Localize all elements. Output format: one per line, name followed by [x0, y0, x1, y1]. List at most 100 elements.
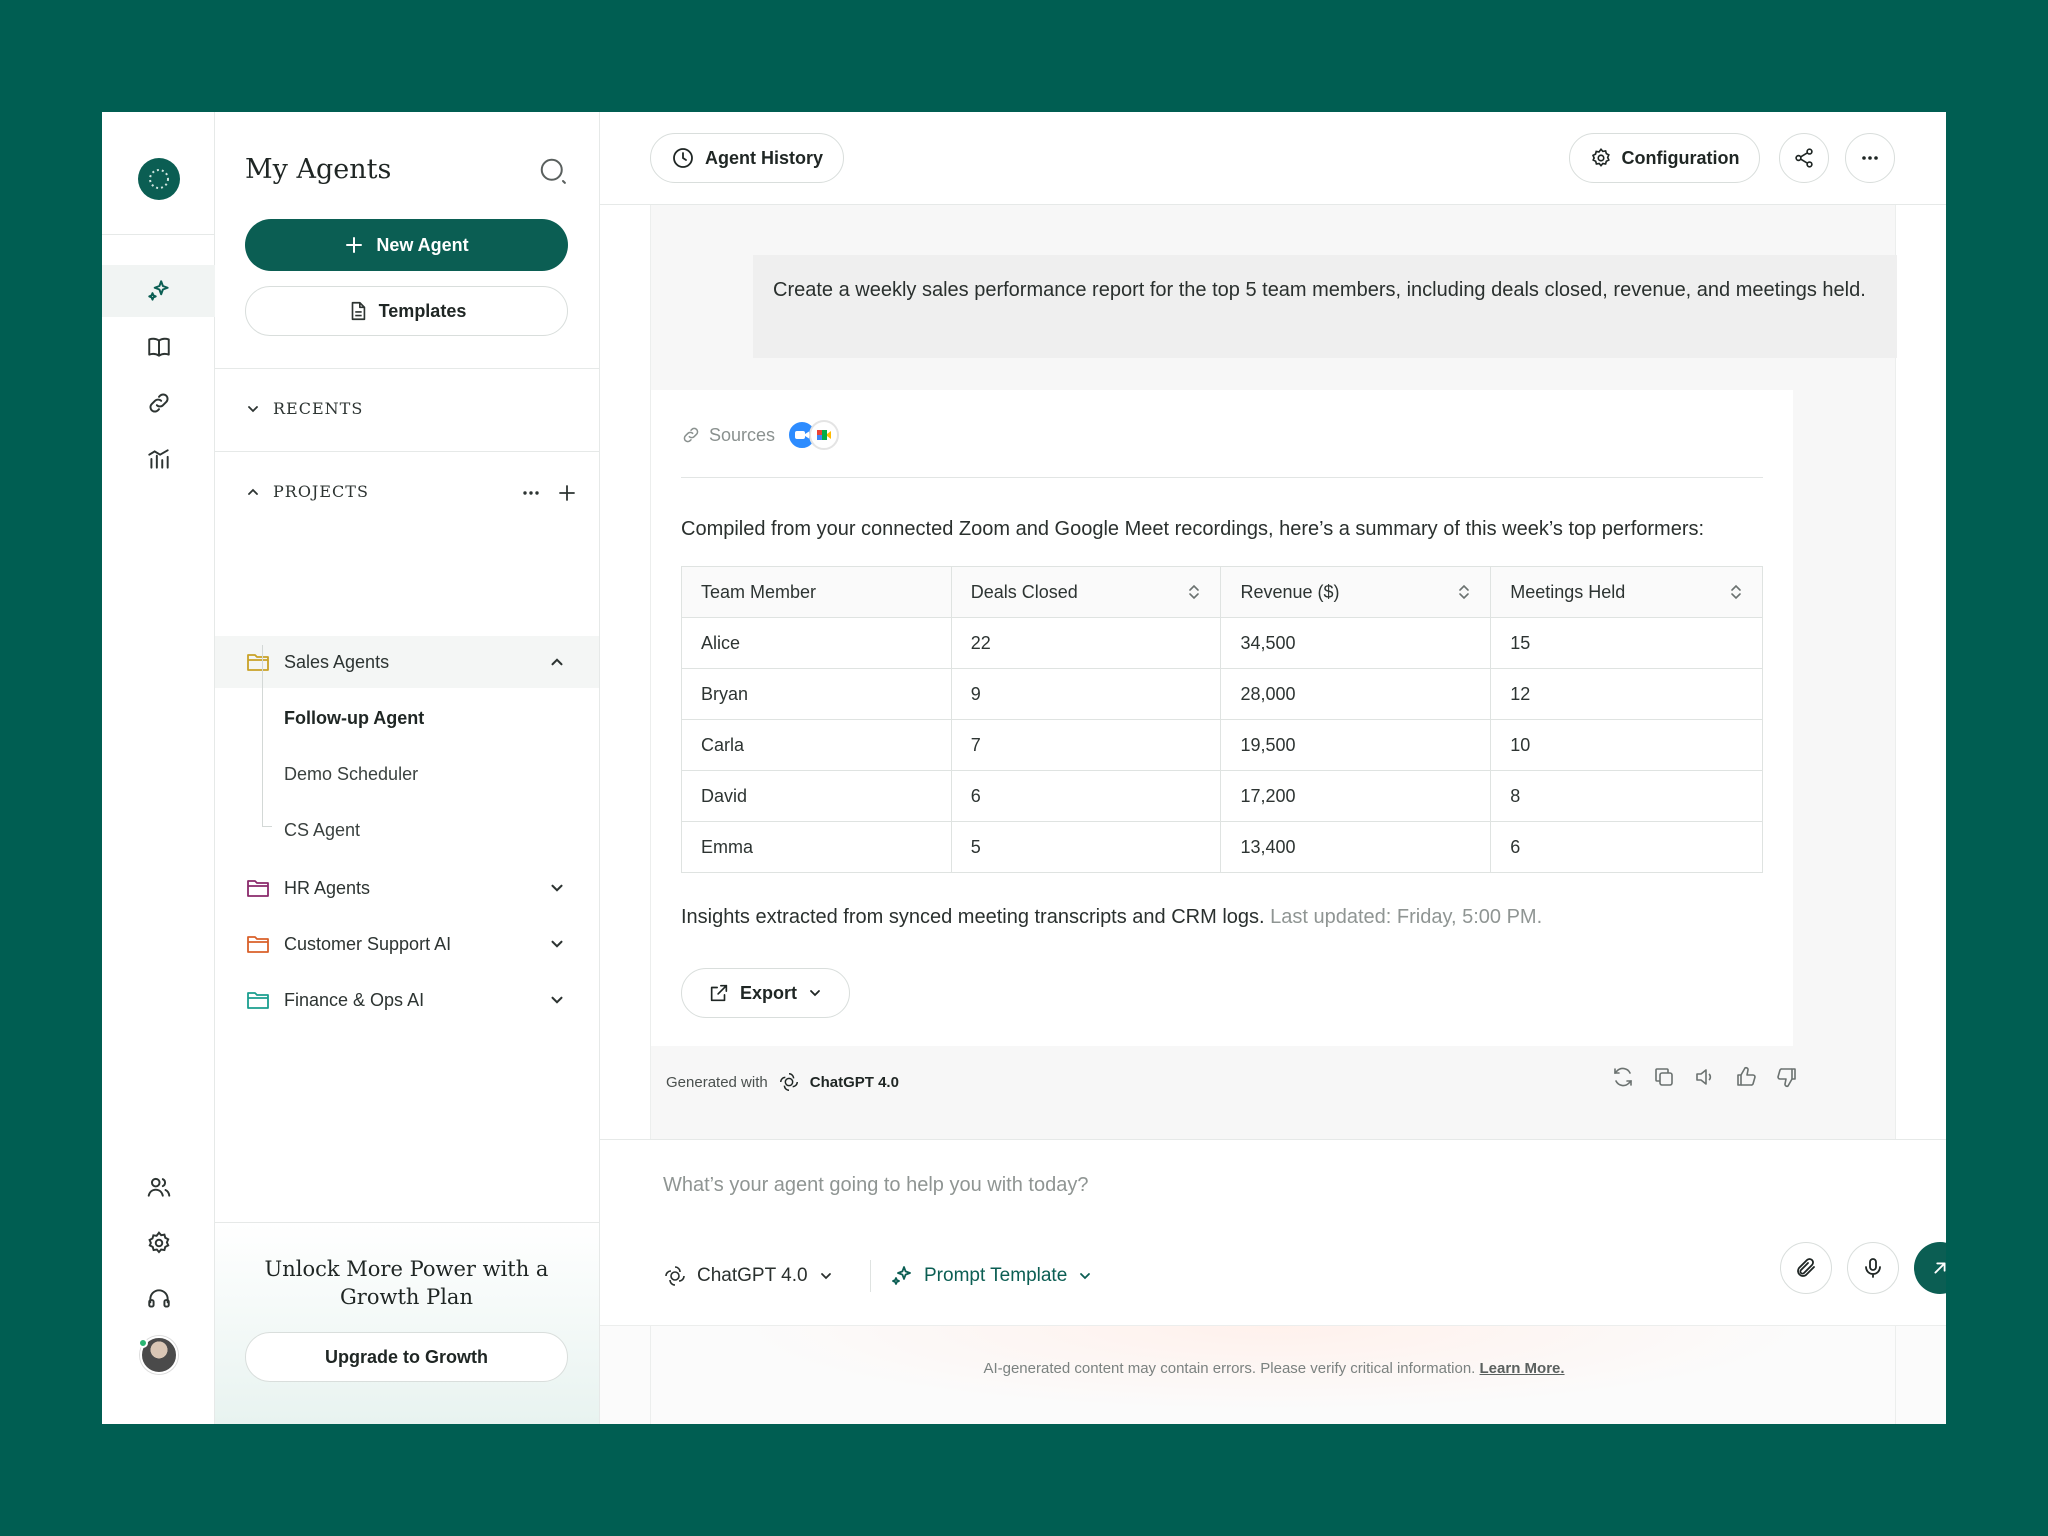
- prompt-template-selector[interactable]: Prompt Template: [890, 1264, 1093, 1288]
- rail-analytics-button[interactable]: [102, 433, 215, 485]
- more-icon: [1862, 156, 1878, 160]
- column-header-deals-closed[interactable]: Deals Closed: [950, 566, 1222, 618]
- new-agent-button[interactable]: New Agent: [245, 219, 568, 271]
- learn-more-link[interactable]: Learn More.: [1480, 1360, 1565, 1377]
- table-cell: 6: [950, 770, 1222, 822]
- sparkle-icon: [892, 1266, 911, 1285]
- main-panel: Agent History Configuration Create a wee…: [600, 112, 1946, 1424]
- table-row: Alice 22 34,500 15: [681, 617, 1763, 669]
- message-input[interactable]: [663, 1174, 1663, 1197]
- folder-icon: [247, 880, 269, 897]
- rail-team-button[interactable]: [102, 1161, 215, 1213]
- rail-library-button[interactable]: [102, 321, 215, 373]
- templates-label: Templates: [378, 300, 467, 321]
- speaker-icon[interactable]: [1693, 1065, 1717, 1089]
- sidebar-divider: [215, 368, 600, 369]
- project-finance-ops-ai[interactable]: Finance & Ops AI: [215, 974, 599, 1026]
- table-cell: David: [681, 770, 952, 822]
- table-cell: Emma: [681, 821, 952, 873]
- openai-icon: [779, 1073, 798, 1091]
- chevron-down-icon: [551, 996, 563, 1004]
- rail-integrations-button[interactable]: [102, 377, 215, 429]
- thumbs-up-icon[interactable]: [1734, 1065, 1758, 1089]
- attach-button[interactable]: [1780, 1242, 1832, 1294]
- export-button[interactable]: Export: [681, 968, 850, 1018]
- column-header-label: Deals Closed: [970, 581, 1078, 602]
- chevron-down-icon: [248, 405, 258, 412]
- projects-toggle[interactable]: PROJECTS: [245, 482, 369, 501]
- response-footer: Insights extracted from synced meeting t…: [681, 906, 1542, 929]
- project-customer-support-ai[interactable]: Customer Support AI: [215, 918, 599, 970]
- table-row: Emma 5 13,400 6: [681, 821, 1763, 873]
- brand-logo[interactable]: [138, 158, 180, 200]
- column-header-label: Meetings Held: [1510, 581, 1626, 602]
- sort-icon[interactable]: [1457, 583, 1471, 601]
- regenerate-icon[interactable]: [1611, 1065, 1635, 1089]
- plus-icon: [346, 237, 363, 253]
- more-icon[interactable]: [520, 482, 542, 504]
- table-row: Bryan 9 28,000 12: [681, 668, 1763, 720]
- upgrade-panel: Unlock More Power with a Growth Plan: [215, 1222, 599, 1424]
- column-header-meetings-held[interactable]: Meetings Held: [1490, 566, 1763, 618]
- agent-history-button[interactable]: Agent History: [650, 133, 844, 183]
- voice-input-button[interactable]: [1847, 1242, 1899, 1294]
- new-agent-label: New Agent: [376, 234, 469, 255]
- share-button[interactable]: [1779, 133, 1829, 183]
- table-cell: 8: [1490, 770, 1763, 822]
- thumbs-down-icon[interactable]: [1775, 1065, 1799, 1089]
- copy-icon[interactable]: [1652, 1065, 1676, 1089]
- agent-history-label: Agent History: [704, 147, 823, 168]
- agent-item-demo-scheduler[interactable]: Demo Scheduler: [284, 764, 418, 785]
- model-selector[interactable]: ChatGPT 4.0: [663, 1264, 834, 1288]
- response-actions: [1611, 1065, 1799, 1089]
- upgrade-title: Unlock More Power with a Growth Plan: [264, 1257, 549, 1309]
- sidebar-search-button[interactable]: [538, 156, 568, 191]
- table-cell: 22: [950, 617, 1222, 669]
- openai-icon: [665, 1266, 685, 1286]
- send-button[interactable]: [1914, 1242, 1946, 1294]
- external-link-icon: [710, 984, 728, 1002]
- configuration-button[interactable]: Configuration: [1569, 133, 1760, 183]
- project-label: Finance & Ops AI: [284, 989, 425, 1010]
- table-cell: 5: [950, 821, 1222, 873]
- project-sales-agents[interactable]: Sales Agents: [215, 636, 599, 688]
- projects-actions: [520, 482, 578, 504]
- projects-label: PROJECTS: [273, 482, 369, 501]
- agent-item-follow-up[interactable]: Follow-up Agent: [284, 708, 424, 729]
- chevron-down-icon: [820, 1273, 831, 1280]
- table-cell: Carla: [681, 719, 952, 771]
- users-icon: [147, 1177, 170, 1197]
- rail-support-button[interactable]: [102, 1273, 215, 1325]
- sidebar-divider: [215, 451, 600, 452]
- tree-connector-end: [262, 826, 272, 827]
- online-status-dot: [138, 1338, 148, 1348]
- performance-table: Team Member Deals Closed Revenue ($) Mee…: [681, 566, 1763, 873]
- sources-label: Sources: [709, 424, 776, 445]
- document-icon: [351, 301, 365, 321]
- upgrade-button[interactable]: Upgrade to Growth: [245, 1332, 568, 1382]
- export-label: Export: [739, 982, 797, 1003]
- rail-agents-button[interactable]: [102, 265, 215, 317]
- folder-icon: [247, 992, 269, 1009]
- recents-toggle[interactable]: RECENTS: [245, 399, 363, 418]
- clock-icon: [673, 148, 693, 168]
- add-project-icon[interactable]: [556, 482, 578, 504]
- recents-label: RECENTS: [273, 399, 364, 418]
- sources-row[interactable]: Sources: [681, 420, 841, 450]
- agents-sidebar: My Agents New Agent Templates RECENTS PR…: [215, 112, 600, 1424]
- sort-icon[interactable]: [1729, 583, 1743, 601]
- rail-settings-button[interactable]: [102, 1217, 215, 1269]
- project-hr-agents[interactable]: HR Agents: [215, 862, 599, 914]
- templates-button[interactable]: Templates: [245, 286, 568, 336]
- more-options-button[interactable]: [1845, 133, 1895, 183]
- model-label: ChatGPT 4.0: [697, 1265, 808, 1286]
- table-header-row: Team Member Deals Closed Revenue ($) Mee…: [681, 566, 1763, 618]
- sort-icon[interactable]: [1187, 583, 1201, 601]
- agent-item-cs-agent[interactable]: CS Agent: [284, 820, 360, 841]
- google-meet-icon: [809, 420, 840, 450]
- column-header-team-member: Team Member: [681, 566, 952, 618]
- table-cell: 19,500: [1220, 719, 1492, 771]
- book-icon: [147, 337, 170, 357]
- link-icon: [683, 427, 699, 443]
- column-header-revenue[interactable]: Revenue ($): [1220, 566, 1492, 618]
